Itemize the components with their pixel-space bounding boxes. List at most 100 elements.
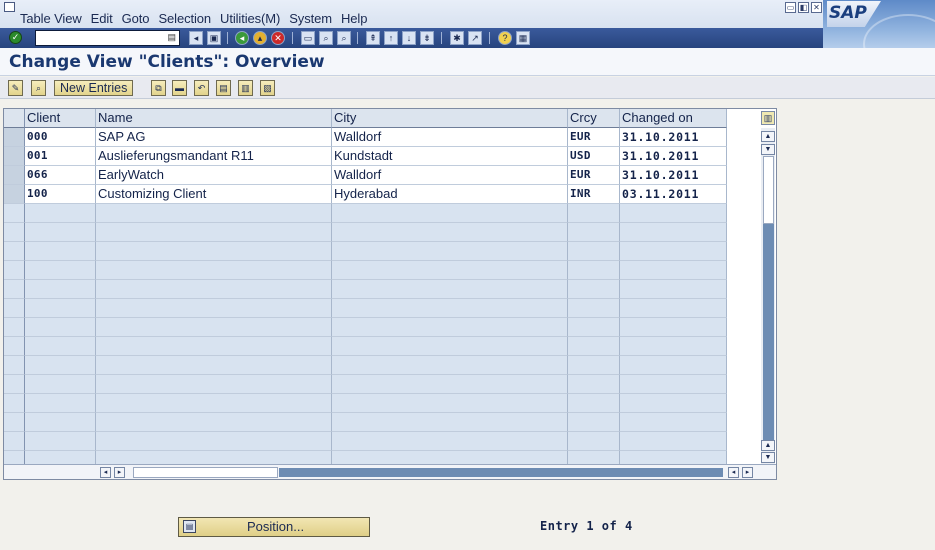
- empty-cell[interactable]: [620, 394, 727, 413]
- cell-client[interactable]: 066: [25, 166, 96, 185]
- empty-cell[interactable]: [332, 261, 568, 280]
- menu-utilities[interactable]: Utilities(M): [220, 11, 280, 26]
- empty-cell[interactable]: [96, 375, 332, 394]
- empty-cell[interactable]: [568, 413, 620, 432]
- position-button[interactable]: ▤ Position...: [178, 517, 370, 537]
- row-selector[interactable]: [4, 299, 25, 318]
- cell-name[interactable]: EarlyWatch: [96, 166, 332, 185]
- table-settings-icon[interactable]: ▥: [761, 111, 775, 125]
- empty-cell[interactable]: [332, 299, 568, 318]
- empty-cell[interactable]: [25, 432, 96, 451]
- column-right-icon[interactable]: ▸: [742, 467, 753, 478]
- back-icon[interactable]: ◂: [189, 31, 203, 45]
- cell-city[interactable]: Hyderabad: [332, 185, 568, 204]
- empty-cell[interactable]: [620, 375, 727, 394]
- empty-cell[interactable]: [96, 451, 332, 464]
- empty-cell[interactable]: [25, 242, 96, 261]
- empty-cell[interactable]: [25, 337, 96, 356]
- horizontal-scroll-thumb[interactable]: [133, 467, 278, 478]
- empty-cell[interactable]: [25, 451, 96, 464]
- deselect-all-icon[interactable]: ▧: [260, 80, 275, 96]
- empty-cell[interactable]: [620, 318, 727, 337]
- row-selector[interactable]: [4, 337, 25, 356]
- find-next-icon[interactable]: ⌕: [337, 31, 351, 45]
- first-page-icon[interactable]: ⇞: [366, 31, 380, 45]
- copy-as-icon[interactable]: ⧉: [151, 80, 166, 96]
- green-back-icon[interactable]: ◂: [235, 31, 249, 45]
- row-selector[interactable]: [4, 147, 25, 166]
- empty-cell[interactable]: [568, 280, 620, 299]
- empty-cell[interactable]: [332, 223, 568, 242]
- empty-cell[interactable]: [96, 318, 332, 337]
- empty-cell[interactable]: [620, 223, 727, 242]
- row-selector[interactable]: [4, 242, 25, 261]
- cancel-icon[interactable]: ✕: [271, 31, 285, 45]
- row-selector[interactable]: [4, 413, 25, 432]
- scroll-right-icon[interactable]: ▸: [114, 467, 125, 478]
- empty-cell[interactable]: [332, 280, 568, 299]
- delete-icon[interactable]: ▬: [172, 80, 187, 96]
- print-icon[interactable]: ▭: [301, 31, 315, 45]
- menu-help[interactable]: Help: [341, 11, 367, 26]
- empty-cell[interactable]: [620, 242, 727, 261]
- empty-cell[interactable]: [568, 394, 620, 413]
- cell-changed-on[interactable]: 31.10.2011: [620, 166, 727, 185]
- empty-cell[interactable]: [620, 261, 727, 280]
- empty-cell[interactable]: [25, 299, 96, 318]
- cell-client[interactable]: 000: [25, 128, 96, 147]
- cell-client[interactable]: 100: [25, 185, 96, 204]
- empty-cell[interactable]: [96, 261, 332, 280]
- empty-cell[interactable]: [568, 242, 620, 261]
- horizontal-scrollbar[interactable]: ◂ ▸ ◂ ▸: [4, 464, 776, 479]
- cell-crcy[interactable]: INR: [568, 185, 620, 204]
- create-session-icon[interactable]: ✱: [450, 31, 464, 45]
- menu-system[interactable]: System: [289, 11, 332, 26]
- row-selector[interactable]: [4, 261, 25, 280]
- empty-cell[interactable]: [25, 318, 96, 337]
- empty-cell[interactable]: [96, 204, 332, 223]
- enter-icon[interactable]: ✓: [9, 31, 22, 44]
- vertical-scroll-track[interactable]: [763, 224, 774, 440]
- empty-cell[interactable]: [96, 337, 332, 356]
- empty-cell[interactable]: [620, 356, 727, 375]
- empty-cell[interactable]: [620, 337, 727, 356]
- empty-cell[interactable]: [568, 204, 620, 223]
- page-up-icon[interactable]: ▼: [761, 144, 775, 155]
- command-field[interactable]: ▤: [35, 30, 180, 46]
- empty-cell[interactable]: [568, 299, 620, 318]
- row-selector[interactable]: [4, 204, 25, 223]
- empty-cell[interactable]: [96, 394, 332, 413]
- empty-cell[interactable]: [568, 375, 620, 394]
- vertical-scroll-thumb[interactable]: [763, 156, 774, 224]
- empty-cell[interactable]: [96, 280, 332, 299]
- empty-cell[interactable]: [96, 242, 332, 261]
- row-selector[interactable]: [4, 318, 25, 337]
- empty-cell[interactable]: [568, 432, 620, 451]
- empty-cell[interactable]: [568, 337, 620, 356]
- empty-cell[interactable]: [96, 356, 332, 375]
- system-menu-icon[interactable]: [4, 2, 15, 12]
- next-page-icon[interactable]: ↓: [402, 31, 416, 45]
- empty-cell[interactable]: [25, 204, 96, 223]
- row-selector[interactable]: [4, 223, 25, 242]
- menu-edit[interactable]: Edit: [91, 11, 113, 26]
- menu-selection[interactable]: Selection: [158, 11, 211, 26]
- cell-changed-on[interactable]: 03.11.2011: [620, 185, 727, 204]
- empty-cell[interactable]: [332, 242, 568, 261]
- empty-cell[interactable]: [332, 432, 568, 451]
- select-block-icon[interactable]: ▥: [238, 80, 253, 96]
- last-page-icon[interactable]: ⇟: [420, 31, 434, 45]
- prev-page-icon[interactable]: ↑: [384, 31, 398, 45]
- empty-cell[interactable]: [96, 432, 332, 451]
- select-all-cell[interactable]: [4, 109, 25, 128]
- layout-icon[interactable]: ▦: [516, 31, 530, 45]
- row-selector[interactable]: [4, 166, 25, 185]
- empty-cell[interactable]: [568, 223, 620, 242]
- scroll-down-icon[interactable]: ▼: [761, 452, 775, 463]
- row-selector[interactable]: [4, 128, 25, 147]
- cell-crcy[interactable]: USD: [568, 147, 620, 166]
- empty-cell[interactable]: [25, 261, 96, 280]
- empty-cell[interactable]: [332, 451, 568, 464]
- empty-cell[interactable]: [620, 280, 727, 299]
- find-icon[interactable]: ⌕: [319, 31, 333, 45]
